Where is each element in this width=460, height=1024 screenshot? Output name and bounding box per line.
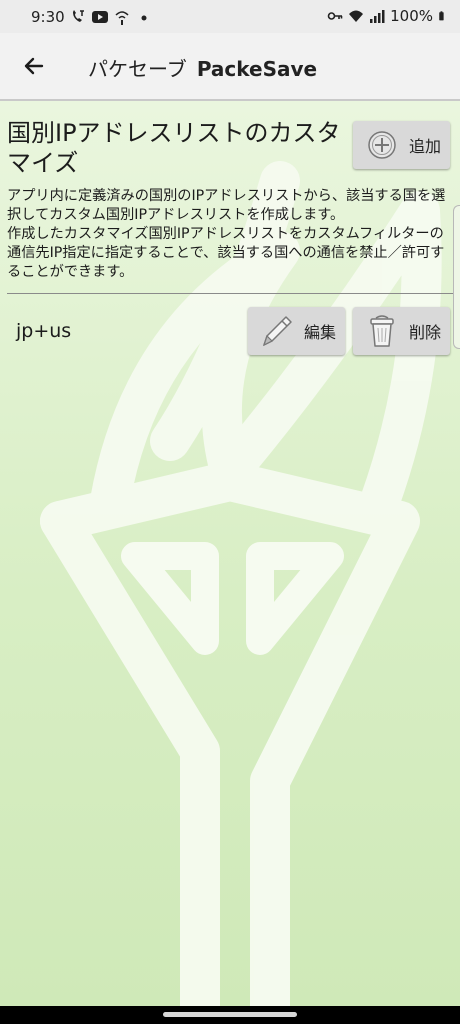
vpn-key-icon xyxy=(327,12,343,20)
wifi-assist-icon xyxy=(115,11,129,25)
add-circle-icon xyxy=(368,131,396,159)
delete-button[interactable]: 削除 xyxy=(353,307,450,355)
divider xyxy=(7,293,455,294)
dot-icon xyxy=(141,15,147,21)
edit-button[interactable]: 編集 xyxy=(248,307,345,355)
battery-icon xyxy=(439,11,444,21)
signal-icon xyxy=(370,10,385,23)
page-title: 国別IPアドレスリストのカスタマイズ xyxy=(7,119,341,177)
status-time: 9:30 xyxy=(31,8,65,26)
description-text: アプリ内に定義済みの国別のIPアドレスリストから、該当する国を選択してカスタム国… xyxy=(7,188,446,280)
status-bar: 9:30 100% xyxy=(0,0,460,33)
status-right-icons: 100% xyxy=(327,7,448,25)
add-button[interactable]: 追加 xyxy=(353,121,450,169)
navigation-bar xyxy=(0,1006,460,1024)
home-gesture-pill[interactable] xyxy=(163,1012,297,1017)
app-bar: パケセーブ PackeSave xyxy=(0,33,460,101)
wifi-icon xyxy=(349,10,364,22)
back-button[interactable] xyxy=(14,48,54,84)
arrow-back-icon xyxy=(24,57,44,75)
battery-percent: 100% xyxy=(390,7,433,25)
pencil-icon xyxy=(262,316,292,347)
wifi-call-icon xyxy=(73,10,84,22)
delete-button-label: 削除 xyxy=(409,323,442,342)
app-title-en: PackeSave xyxy=(196,57,318,81)
list-item-name: jp+us xyxy=(16,320,72,342)
edit-button-label: 編集 xyxy=(304,323,337,342)
add-button-label: 追加 xyxy=(409,137,442,156)
app-title-ja: パケセーブ xyxy=(88,57,187,81)
status-left-icons xyxy=(70,7,152,27)
app-title: パケセーブ PackeSave xyxy=(88,53,317,82)
youtube-icon xyxy=(92,11,108,23)
scroll-handle[interactable] xyxy=(453,205,460,349)
content-area: 国別IPアドレスリストのカスタマイズ 追加 アプリ内に定義済みの国別のIPアドレ… xyxy=(0,101,460,1006)
trash-icon xyxy=(370,315,394,347)
